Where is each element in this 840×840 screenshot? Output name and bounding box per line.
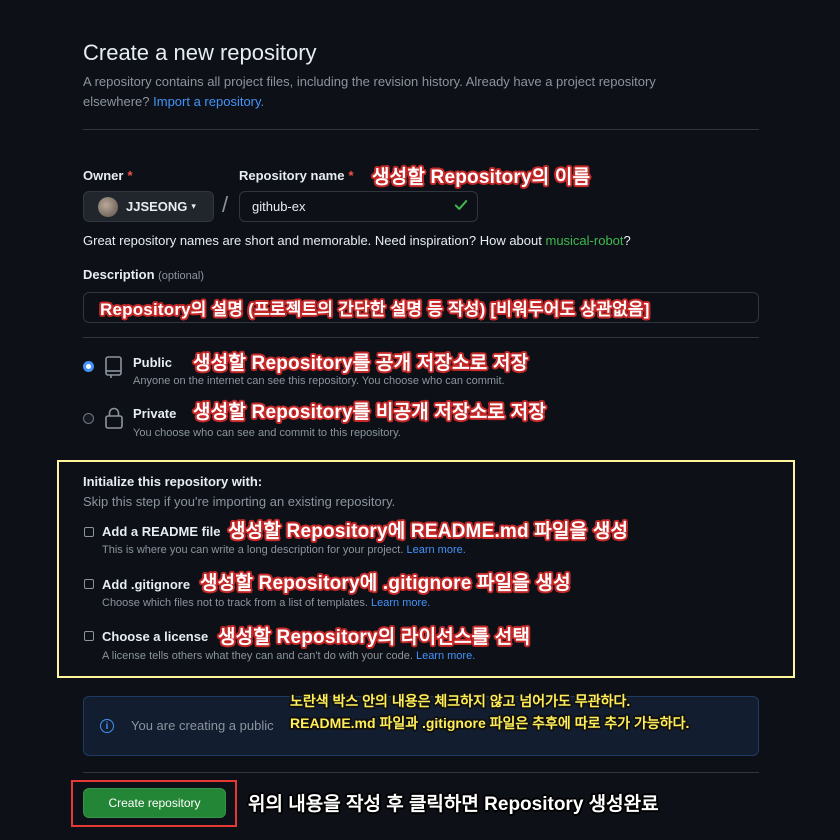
gitignore-learn-more-link[interactable]: Learn more. [371, 597, 430, 609]
license-title: Choose a license [102, 629, 209, 644]
init-subtitle: Skip this step if you're importing an ex… [83, 494, 396, 509]
license-learn-more-link[interactable]: Learn more. [416, 650, 475, 662]
repo-name-hint: Great repository names are short and mem… [83, 233, 631, 248]
suggestion-link[interactable]: musical-robot [545, 233, 623, 248]
lock-icon [105, 407, 123, 429]
gitignore-subtitle: Choose which files not to track from a l… [102, 597, 431, 609]
info-text: You are creating a public [131, 718, 274, 733]
public-radio[interactable] [83, 361, 94, 372]
owner-value: JJSEONG [126, 199, 188, 214]
repo-icon [105, 356, 122, 378]
annotation-private: 생성할 Repository를 비공개 저장소로 저장 [193, 402, 546, 423]
init-title: Initialize this repository with: [83, 474, 263, 489]
description-label: Description (optional) [83, 267, 204, 282]
license-subtitle: A license tells others what they can and… [102, 650, 476, 662]
info-icon: i [100, 719, 114, 733]
page-title: Create a new repository [83, 40, 317, 65]
private-subtitle: You choose who can see and commit to thi… [133, 427, 401, 439]
readme-title: Add a README file [102, 524, 221, 539]
gitignore-title: Add .gitignore [102, 577, 191, 592]
owner-label: Owner * [83, 168, 133, 183]
readme-subtitle: This is where you can write a long descr… [102, 544, 466, 556]
owner-repo-separator: / [222, 192, 229, 217]
annotation-public: 생성할 Repository를 공개 저장소로 저장 [193, 353, 529, 374]
check-icon [454, 200, 468, 210]
private-title: Private [133, 406, 177, 421]
license-checkbox[interactable] [84, 631, 94, 641]
annotation-license: 생성할 Repository의 라이선스를 선택 [218, 627, 531, 648]
footer-divider [83, 772, 759, 773]
gitignore-checkbox[interactable] [84, 579, 94, 589]
avatar [98, 196, 118, 217]
header-divider [83, 129, 759, 130]
import-repository-link[interactable]: Import a repository. [153, 94, 264, 109]
create-repository-button[interactable]: Create repository [83, 788, 226, 818]
annotation-yellow-note-2: README.md 파일과 .gitignore 파일은 추후에 따로 추가 가… [290, 715, 690, 731]
annotation-gitignore: 생성할 Repository에 .gitignore 파일을 생성 [200, 573, 571, 594]
annotation-description: Repository의 설명 (프로젝트의 간단한 설명 등 작성) [비워두어… [100, 300, 650, 319]
description-divider [83, 337, 759, 338]
readme-checkbox[interactable] [84, 527, 94, 537]
annotation-yellow-note-1: 노란색 박스 안의 내용은 체크하지 않고 넘어가도 무관하다. [290, 693, 631, 709]
owner-dropdown[interactable]: JJSEONG ▾ [83, 191, 214, 222]
private-radio[interactable] [83, 413, 94, 424]
page-intro: A repository contains all project files,… [83, 72, 723, 112]
repo-name-input[interactable] [239, 191, 478, 222]
annotation-readme: 생성할 Repository에 README.md 파일을 생성 [228, 521, 629, 542]
repo-name-label: Repository name * [239, 168, 354, 183]
annotation-create: 위의 내용을 작성 후 클릭하면 Repository 생성완료 [248, 794, 659, 815]
readme-learn-more-link[interactable]: Learn more. [406, 544, 465, 556]
public-subtitle: Anyone on the internet can see this repo… [133, 375, 505, 387]
annotation-repo-name: 생성할 Repository의 이름 [372, 167, 591, 188]
public-title: Public [133, 355, 173, 370]
chevron-down-icon: ▾ [191, 201, 196, 211]
